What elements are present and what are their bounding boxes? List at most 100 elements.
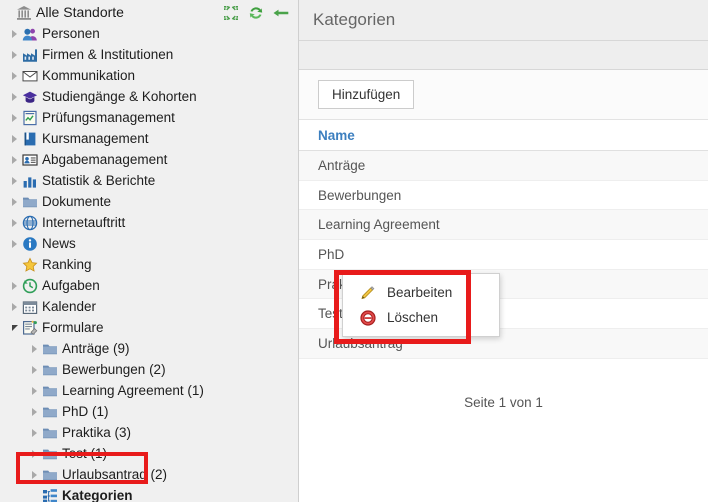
page-title: Kategorien <box>313 10 396 29</box>
tree-item-label: Kursmanagement <box>42 131 149 146</box>
table-row[interactable]: Learning Agreement <box>299 210 708 241</box>
chevron-right-icon[interactable] <box>8 212 21 233</box>
folder-icon <box>21 193 38 210</box>
tree-item-label: Internetauftritt <box>42 215 126 230</box>
cell-name: Learning Agreement <box>318 217 440 233</box>
chevron-right-icon[interactable] <box>8 233 21 254</box>
tree-item-label: Anträge (9) <box>62 341 130 356</box>
forms-icon <box>21 319 38 336</box>
application-window: Alle Standorte Personen Firmen & Instituti… <box>0 0 708 502</box>
chevron-right-icon[interactable] <box>8 44 21 65</box>
page-title-bar: Kategorien <box>299 0 708 41</box>
tree-item-studiengänge-kohorten[interactable]: Studiengänge & Kohorten <box>0 86 298 107</box>
table-row[interactable]: PhD <box>299 240 708 270</box>
chevron-right-icon[interactable] <box>8 107 21 128</box>
tree-item-news[interactable]: News <box>0 233 298 254</box>
bar-chart-icon <box>21 172 38 189</box>
cell-name: Anträge <box>318 157 366 173</box>
chevron-right-icon[interactable] <box>8 296 21 317</box>
navigation-sidebar: Alle Standorte Personen Firmen & Instituti… <box>0 0 299 502</box>
sub-toolbar <box>299 41 708 70</box>
id-card-icon <box>21 151 38 168</box>
tree-item-label: Studiengänge & Kohorten <box>42 89 197 104</box>
tree-item-label: Learning Agreement (1) <box>62 383 204 398</box>
chevron-right-icon[interactable] <box>28 359 41 380</box>
table-row[interactable]: Anträge <box>299 151 708 181</box>
chevron-right-icon[interactable] <box>8 86 21 107</box>
tree-item-formulare[interactable]: Formulare <box>0 317 298 338</box>
clock-history-icon <box>21 277 38 294</box>
chevron-right-icon[interactable] <box>8 23 21 44</box>
envelope-icon <box>21 67 38 84</box>
navigation-tree: Alle Standorte Personen Firmen & Instituti… <box>0 0 298 502</box>
chevron-right-icon[interactable] <box>28 464 41 485</box>
chevron-right-icon[interactable] <box>28 422 41 443</box>
tree-item-label: Abgabemanagement <box>42 152 168 167</box>
chevron-right-icon[interactable] <box>28 380 41 401</box>
chevron-right-icon[interactable] <box>28 443 41 464</box>
context-menu-item-edit[interactable]: Bearbeiten <box>343 280 499 305</box>
tree-item-learning-agreement-1[interactable]: Learning Agreement (1) <box>0 380 298 401</box>
chevron-right-icon[interactable] <box>8 65 21 86</box>
book-icon <box>21 130 38 147</box>
tree-item-firmen-institutionen[interactable]: Firmen & Institutionen <box>0 44 298 65</box>
table-row[interactable]: Bewerbungen <box>299 180 708 211</box>
tree-item-bewerbungen-2[interactable]: Bewerbungen (2) <box>0 359 298 380</box>
tree-item-test-1[interactable]: Test (1) <box>0 443 298 464</box>
tree-item-internetauftritt[interactable]: Internetauftritt <box>0 212 298 233</box>
people-icon <box>21 25 38 42</box>
exam-sheet-icon <box>21 109 38 126</box>
tree-item-kommunikation[interactable]: Kommunikation <box>0 65 298 86</box>
tree-item-label: Urlaubsantrag (2) <box>62 467 168 482</box>
tree-item-label: Alle Standorte <box>36 4 124 20</box>
chevron-right-icon[interactable] <box>28 338 41 359</box>
add-button[interactable]: Hinzufügen <box>318 80 415 109</box>
tree-item-label: Ranking <box>42 257 92 272</box>
folder-icon <box>41 382 58 399</box>
chevron-right-icon[interactable] <box>28 401 41 422</box>
context-menu-item-edit-label: Bearbeiten <box>387 285 453 300</box>
tree-item-abgabemanagement[interactable]: Abgabemanagement <box>0 149 298 170</box>
tree-item-statistik-berichte[interactable]: Statistik & Berichte <box>0 170 298 191</box>
tree-item-urlaubsantrag-2[interactable]: Urlaubsantrag (2) <box>0 464 298 485</box>
bank-icon <box>15 4 32 21</box>
tree-item-ranking[interactable]: Ranking <box>0 254 298 275</box>
tree-item-phd-1[interactable]: PhD (1) <box>0 401 298 422</box>
chevron-down-icon[interactable] <box>8 317 21 338</box>
tree-item-label: Kommunikation <box>42 68 136 83</box>
folder-icon <box>41 340 58 357</box>
pagination-label: Seite 1 von 1 <box>464 394 543 410</box>
column-header-name[interactable]: Name <box>318 128 355 143</box>
chevron-right-icon[interactable] <box>8 170 21 191</box>
tree-item-label: Firmen & Institutionen <box>42 47 174 62</box>
graduation-cap-icon <box>21 88 38 105</box>
calendar-icon <box>21 298 38 315</box>
chevron-right-icon[interactable] <box>8 128 21 149</box>
chevron-right-icon[interactable] <box>8 191 21 212</box>
tree-item-kalender[interactable]: Kalender <box>0 296 298 317</box>
tree-item-label: PhD (1) <box>62 404 109 419</box>
context-menu-item-delete-label: Löschen <box>387 310 439 325</box>
tree-item-personen[interactable]: Personen <box>0 23 298 44</box>
cell-name: Urlaubsantrag <box>318 335 403 351</box>
tree-item-aufgaben[interactable]: Aufgaben <box>0 275 298 296</box>
cell-name: Test <box>318 306 343 322</box>
chevron-right-icon[interactable] <box>8 275 21 296</box>
tree-item-dokumente[interactable]: Dokumente <box>0 191 298 212</box>
info-icon <box>21 235 38 252</box>
folder-icon <box>41 466 58 483</box>
folder-icon <box>41 424 58 441</box>
tree-item-kategorien[interactable]: Kategorien <box>0 485 298 502</box>
tree-item-anträge-9[interactable]: Anträge (9) <box>0 338 298 359</box>
cell-name: Bewerbungen <box>318 187 402 203</box>
tree-item-alle-standorte[interactable]: Alle Standorte <box>0 2 298 23</box>
tree-item-prüfungsmanagement[interactable]: Prüfungsmanagement <box>0 107 298 128</box>
table-header-row: Name <box>299 120 708 151</box>
chevron-right-icon[interactable] <box>8 149 21 170</box>
tree-item-kursmanagement[interactable]: Kursmanagement <box>0 128 298 149</box>
tree-item-label: Praktika (3) <box>62 425 132 440</box>
context-menu-item-delete[interactable]: Löschen <box>343 305 499 330</box>
tree-item-praktika-3[interactable]: Praktika (3) <box>0 422 298 443</box>
